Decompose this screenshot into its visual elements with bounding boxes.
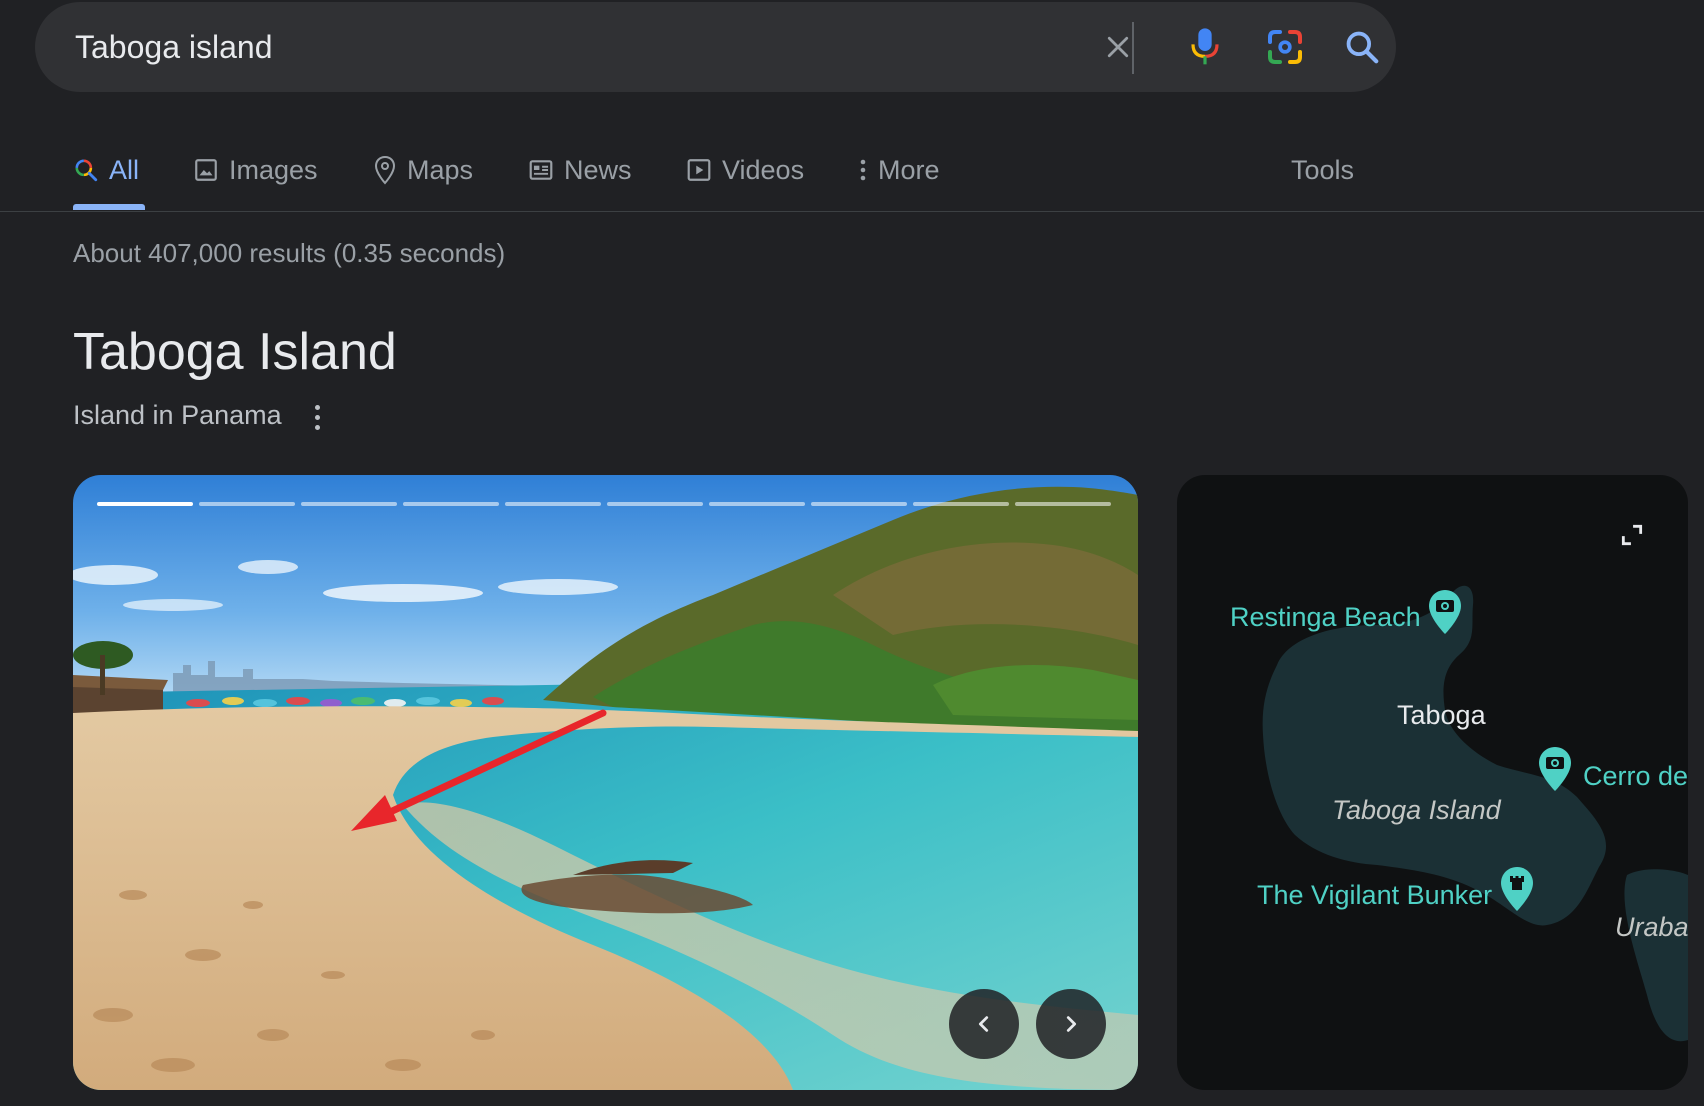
camera-pin-icon[interactable] — [1427, 588, 1463, 636]
map-pin-icon — [374, 155, 396, 185]
tab-all[interactable]: All — [73, 150, 139, 190]
landmark-pin-icon[interactable] — [1499, 865, 1535, 913]
map-label-restinga-beach[interactable]: Restinga Beach — [1230, 602, 1421, 633]
tab-maps[interactable]: Maps — [373, 150, 473, 190]
active-tab-indicator — [73, 204, 145, 210]
search-bar — [35, 2, 1396, 92]
mic-icon[interactable] — [1183, 25, 1227, 69]
tools-label: Tools — [1291, 154, 1355, 185]
tab-more-label: More — [878, 154, 940, 185]
tools-button[interactable]: Tools — [1291, 150, 1354, 190]
search-icon[interactable] — [1340, 25, 1384, 69]
map-label-cerro-de[interactable]: Cerro de — [1583, 761, 1688, 792]
map-label-vigilant-bunker[interactable]: The Vigilant Bunker — [1257, 880, 1492, 911]
map-preview[interactable]: Restinga Beach Taboga Cerro de Taboga Is… — [1177, 475, 1688, 1090]
newspaper-icon — [529, 160, 553, 180]
camera-lens-icon[interactable] — [1263, 25, 1307, 69]
carousel-progress — [97, 502, 1111, 506]
play-icon — [687, 159, 711, 181]
tab-images-label: Images — [229, 154, 318, 185]
previous-image-button[interactable] — [949, 989, 1019, 1059]
image-carousel[interactable] — [73, 475, 1138, 1090]
expand-map-icon[interactable] — [1612, 515, 1652, 555]
results-stats: About 407,000 results (0.35 seconds) — [73, 238, 506, 268]
tab-videos-label: Videos — [722, 154, 805, 185]
next-image-button[interactable] — [1036, 989, 1106, 1059]
search-bar-divider — [1132, 22, 1134, 74]
tab-maps-label: Maps — [407, 154, 474, 185]
tab-videos[interactable]: Videos — [686, 150, 804, 190]
map-label-taboga-island: Taboga Island — [1332, 795, 1501, 825]
tab-news-label: News — [564, 154, 632, 185]
search-icon — [75, 159, 98, 182]
page-title: Taboga Island — [73, 323, 397, 381]
map-label-taboga[interactable]: Taboga — [1397, 700, 1486, 731]
search-tabs: All Images Maps News Videos More Tools — [0, 132, 1704, 212]
search-input[interactable] — [75, 22, 1055, 72]
map-label-uraba: Uraba — [1615, 912, 1688, 942]
camera-pin-icon[interactable] — [1537, 745, 1573, 793]
more-options-icon[interactable] — [307, 400, 327, 434]
image-icon — [195, 159, 217, 181]
close-icon[interactable] — [1101, 25, 1135, 69]
tab-all-label: All — [109, 154, 140, 185]
vertical-dots-icon — [860, 159, 866, 181]
tab-more[interactable]: More — [858, 150, 940, 190]
chevron-left-icon — [978, 1016, 989, 1032]
entity-subtitle: Island in Panama — [73, 400, 282, 430]
chevron-right-icon — [1066, 1016, 1077, 1032]
tab-news[interactable]: News — [528, 150, 632, 190]
tab-images[interactable]: Images — [193, 150, 318, 190]
